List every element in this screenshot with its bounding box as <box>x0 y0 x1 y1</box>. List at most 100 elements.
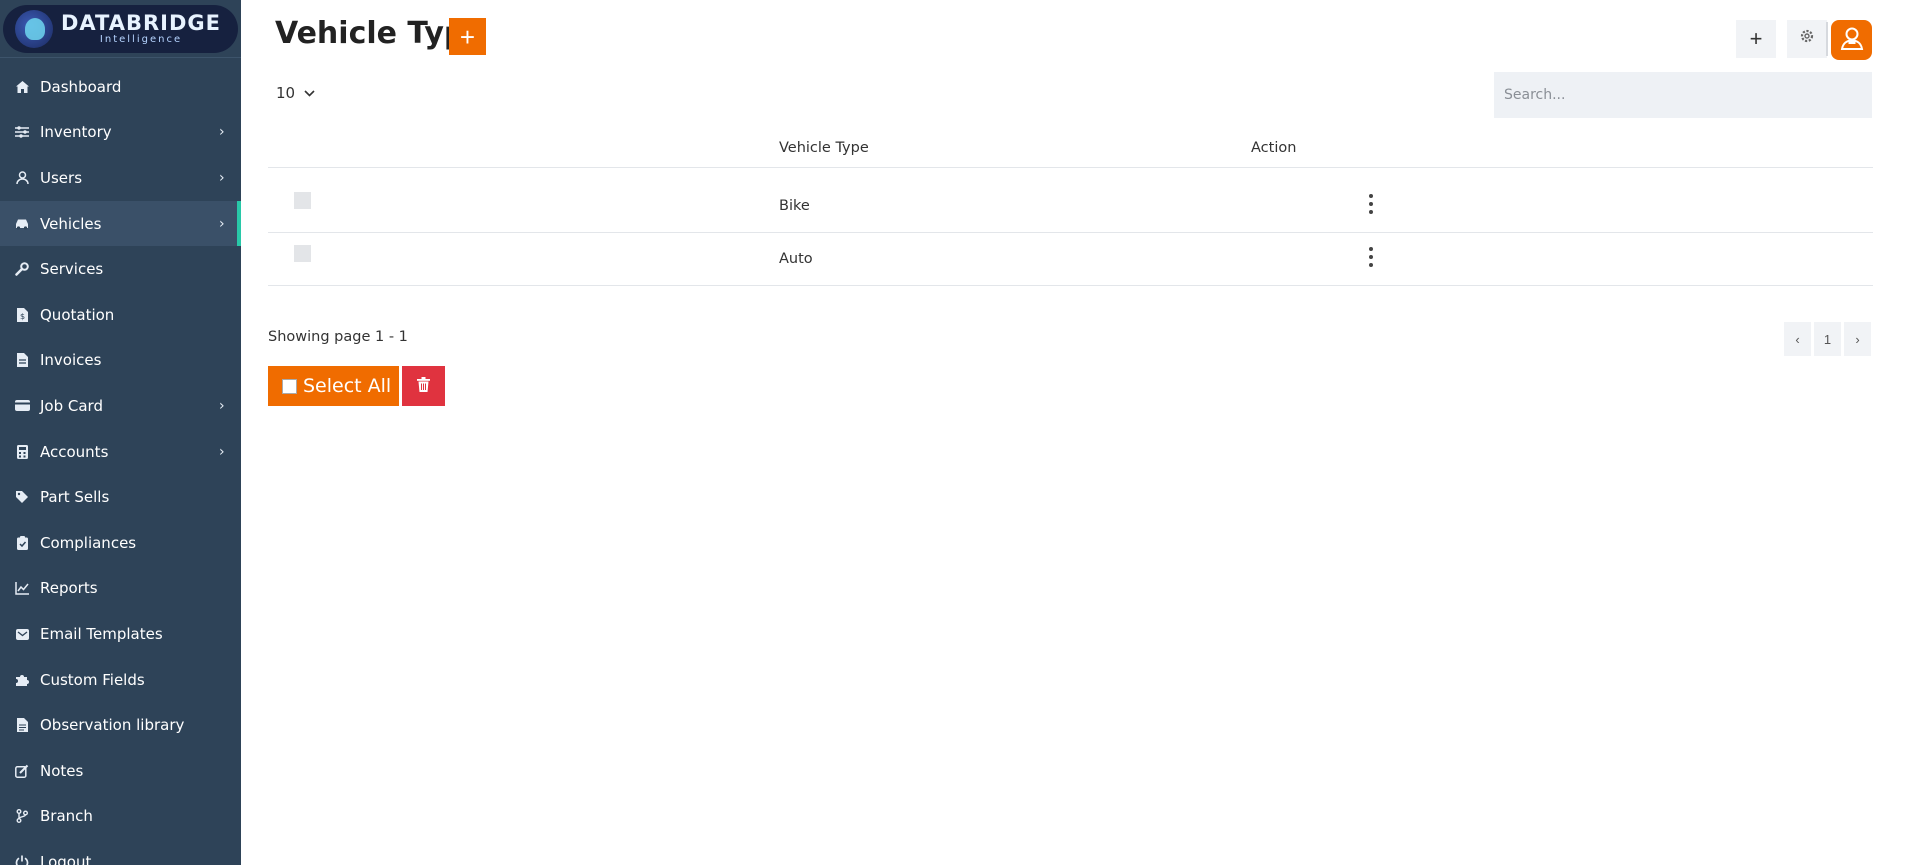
sidebar-item-custom-fields[interactable]: Custom Fields <box>0 657 241 703</box>
column-header-action: Action <box>1251 140 1297 156</box>
svg-text:$: $ <box>20 312 25 321</box>
sidebar-item-part-sells[interactable]: Part Sells <box>0 474 241 520</box>
sidebar-item-label: Dashboard <box>40 77 122 96</box>
sidebar-item-label: Logout <box>40 852 92 865</box>
sidebar-item-vehicles[interactable]: Vehicles › <box>0 200 241 247</box>
brand-logo[interactable]: DATABRIDGE Intelligence <box>3 4 238 53</box>
calculator-icon <box>14 444 30 460</box>
user-avatar-icon <box>1839 25 1865 55</box>
user-icon <box>14 170 30 186</box>
sidebar-item-label: Compliances <box>40 533 137 552</box>
pagination: ‹ 1 › <box>1784 322 1871 356</box>
toolbar-divider <box>1826 22 1828 56</box>
pagination-page-button[interactable]: 1 <box>1814 322 1841 356</box>
table-row: Bike <box>268 180 1873 233</box>
sidebar-item-label: Part Sells <box>40 488 110 507</box>
sidebar-item-label: Custom Fields <box>40 670 145 689</box>
page-size-value: 10 <box>276 84 296 102</box>
pagination-prev-button[interactable]: ‹ <box>1784 322 1811 356</box>
sidebar-item-logout[interactable]: Logout <box>0 839 241 865</box>
sidebar-item-label: Notes <box>40 761 84 780</box>
vehicle-type-cell: Auto <box>779 251 813 267</box>
puzzle-icon <box>14 672 30 688</box>
sidebar-item-label: Reports <box>40 579 98 598</box>
chevron-right-icon: › <box>219 124 225 141</box>
branch-icon <box>14 808 30 824</box>
power-icon <box>14 854 30 865</box>
sidebar-item-notes[interactable]: Notes <box>0 748 241 794</box>
vehicle-type-cell: Bike <box>779 198 810 214</box>
sidebar-item-observation-library[interactable]: Observation library <box>0 702 241 748</box>
sidebar-item-label: Quotation <box>40 305 115 324</box>
chevron-right-icon: › <box>219 169 225 186</box>
sidebar-item-dashboard[interactable]: Dashboard <box>0 64 241 110</box>
logo-area: DATABRIDGE Intelligence <box>0 0 241 58</box>
sidebar-item-services[interactable]: Services <box>0 246 241 292</box>
file-icon <box>14 717 30 733</box>
gear-icon <box>1799 29 1815 48</box>
sidebar-item-accounts[interactable]: Accounts › <box>0 429 241 475</box>
email-icon <box>14 626 30 642</box>
sidebar-item-label: Accounts <box>40 442 109 461</box>
search-input[interactable] <box>1494 72 1872 118</box>
sidebar-item-users[interactable]: Users › <box>0 155 241 201</box>
sidebar-item-label: Invoices <box>40 351 102 370</box>
sidebar-item-invoices[interactable]: Invoices <box>0 338 241 384</box>
sidebar-item-compliances[interactable]: Compliances <box>0 520 241 566</box>
main-content: Vehicle Type + + 10 Vehicle Type Action … <box>241 0 1919 865</box>
table-row: Auto <box>268 233 1873 286</box>
sidebar-nav: Dashboard Inventory › Users › Vehicles › <box>0 58 241 865</box>
logo-text: DATABRIDGE Intelligence <box>61 12 221 46</box>
brand-tagline: Intelligence <box>99 33 183 45</box>
delete-selected-button[interactable] <box>402 366 445 406</box>
document-dollar-icon: $ <box>14 307 30 323</box>
document-icon <box>14 352 30 368</box>
user-avatar[interactable] <box>1831 20 1872 60</box>
sidebar-item-branch[interactable]: Branch <box>0 794 241 840</box>
chart-line-icon <box>14 580 30 596</box>
table-header: Vehicle Type Action <box>268 130 1873 168</box>
sidebar-item-label: Email Templates <box>40 624 163 643</box>
brand-name: DATABRIDGE <box>61 10 222 35</box>
chevron-right-icon: › <box>219 215 225 232</box>
sidebar-item-email-templates[interactable]: Email Templates <box>0 611 241 657</box>
row-checkbox[interactable] <box>294 192 311 209</box>
wrench-icon <box>14 261 30 277</box>
select-all-checkbox[interactable] <box>282 378 297 394</box>
sidebar: DATABRIDGE Intelligence Dashboard Invent… <box>0 0 241 865</box>
card-icon <box>14 398 30 414</box>
logo-mark-icon <box>15 9 53 48</box>
row-action-menu-icon[interactable] <box>1364 190 1378 218</box>
add-vehicle-type-button[interactable]: + <box>449 18 486 55</box>
page-size-select[interactable]: 10 <box>276 84 315 102</box>
chevron-down-icon <box>304 86 315 100</box>
sidebar-item-job-card[interactable]: Job Card › <box>0 383 241 429</box>
sidebar-item-label: Observation library <box>40 716 185 735</box>
sidebar-item-label: Services <box>40 260 104 279</box>
sidebar-item-reports[interactable]: Reports <box>0 566 241 612</box>
vehicle-type-table: Vehicle Type Action Bike Auto <box>268 130 1873 286</box>
sidebar-item-label: Branch <box>40 807 93 826</box>
chevron-right-icon: › <box>219 397 225 414</box>
row-action-menu-icon[interactable] <box>1364 243 1378 271</box>
pagination-summary: Showing page 1 - 1 <box>268 329 408 345</box>
sliders-icon <box>14 124 30 140</box>
select-all-button[interactable]: Select All <box>268 366 399 406</box>
quick-add-button[interactable]: + <box>1736 20 1776 58</box>
edit-icon <box>14 763 30 779</box>
sidebar-item-label: Inventory <box>40 123 112 142</box>
car-icon <box>14 216 30 232</box>
pagination-next-button[interactable]: › <box>1844 322 1871 356</box>
sidebar-item-label: Vehicles <box>40 214 102 233</box>
column-header-vehicle-type: Vehicle Type <box>779 140 869 156</box>
row-checkbox[interactable] <box>294 245 311 262</box>
trash-icon <box>417 377 430 395</box>
sidebar-item-quotation[interactable]: $ Quotation <box>0 292 241 338</box>
clipboard-check-icon <box>14 535 30 551</box>
chevron-right-icon: › <box>219 443 225 460</box>
sidebar-item-label: Users <box>40 168 83 187</box>
sidebar-item-inventory[interactable]: Inventory › <box>0 110 241 156</box>
tag-icon <box>14 489 30 505</box>
settings-button[interactable] <box>1787 20 1827 58</box>
sidebar-item-label: Job Card <box>40 396 103 415</box>
